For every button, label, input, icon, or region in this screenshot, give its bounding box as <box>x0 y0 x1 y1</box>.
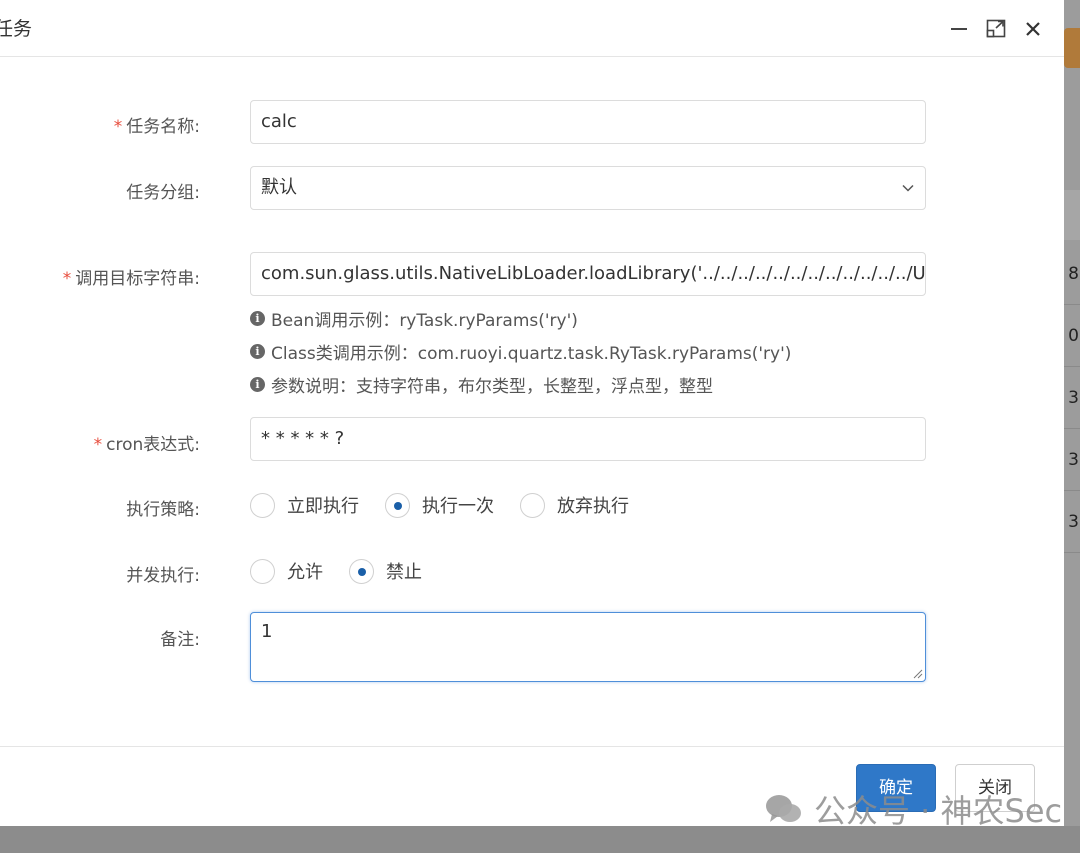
misfire-policy-label: 执行策略: <box>126 500 200 520</box>
background-table-cell: 8 <box>1064 243 1080 305</box>
background-table-cell: 3 <box>1064 429 1080 491</box>
background-button <box>1064 28 1080 68</box>
maximize-button[interactable] <box>985 16 1007 40</box>
job-name-input[interactable]: calc <box>250 100 926 144</box>
radio-misfire-once[interactable] <box>385 492 410 518</box>
radio-concurrent-allow[interactable] <box>250 558 275 584</box>
radio-misfire-immediate[interactable] <box>250 492 275 518</box>
remark-label: 备注: <box>160 630 200 650</box>
dialog-title: 任务 <box>0 18 33 40</box>
radio-label[interactable]: 允许 <box>287 558 323 584</box>
invoke-target-label-text: 调用目标字符串: <box>75 269 200 289</box>
remark-textarea[interactable]: 1 <box>250 612 926 682</box>
misfire-policy-radio-group: 立即执行 执行一次 放弃执行 <box>250 492 655 518</box>
radio-misfire-abandon[interactable] <box>520 492 545 518</box>
background-table-cell: 0 <box>1064 305 1080 367</box>
maximize-icon <box>986 19 1006 38</box>
help-text-bean: i Bean调用示例：ryTask.ryParams('ry') <box>250 306 578 331</box>
job-name-label: * 任务名称: <box>0 112 200 137</box>
info-icon: i <box>250 344 265 359</box>
radio-concurrent-forbid[interactable] <box>349 558 374 584</box>
job-name-label-text: 任务名称: <box>126 117 200 137</box>
info-icon: i <box>250 377 265 392</box>
required-marker: * <box>113 117 123 137</box>
background-table-header <box>1064 190 1080 240</box>
watermark-text: 公众号 · 神农Sec <box>814 792 1063 830</box>
help-text: Class类调用示例：com.ruoyi.quartz.task.RyTask.… <box>271 344 792 364</box>
invoke-target-input[interactable]: com.sun.glass.utils.NativeLibLoader.load… <box>250 252 926 296</box>
minimize-button[interactable] <box>948 16 970 40</box>
help-text: 参数说明：支持字符串，布尔类型，长整型，浮点型，整型 <box>271 377 713 397</box>
required-marker: * <box>93 435 103 455</box>
resize-grip-icon[interactable] <box>913 669 923 679</box>
wechat-icon <box>766 795 801 822</box>
cron-expression-input[interactable]: * * * * * ? <box>250 417 926 461</box>
info-icon: i <box>250 311 265 326</box>
chevron-down-icon <box>902 184 914 192</box>
invoke-target-label: * 调用目标字符串: <box>0 264 200 289</box>
remark-value: 1 <box>261 621 273 642</box>
help-text-params: i 参数说明：支持字符串，布尔类型，长整型，浮点型，整型 <box>250 372 713 397</box>
job-edit-dialog: 任务 * 任务名称: calc 任务分组: 默认 * 调用目标字符串: com.… <box>0 0 1064 826</box>
background-table-cell: 3 <box>1064 367 1080 429</box>
radio-label[interactable]: 禁止 <box>386 558 422 584</box>
concurrent-radio-group: 允许 禁止 <box>250 558 448 584</box>
close-icon[interactable] <box>1022 16 1044 40</box>
radio-label[interactable]: 立即执行 <box>287 492 359 518</box>
background-table-cell: 3 <box>1064 491 1080 553</box>
job-group-selected-value: 默认 <box>261 177 297 198</box>
minimize-icon <box>951 28 967 30</box>
dialog-titlebar[interactable]: 任务 <box>0 0 1064 57</box>
help-text-class: i Class类调用示例：com.ruoyi.quartz.task.RyTas… <box>250 339 791 364</box>
radio-label[interactable]: 放弃执行 <box>557 492 629 518</box>
radio-label[interactable]: 执行一次 <box>422 492 494 518</box>
job-group-select[interactable]: 默认 <box>250 166 926 210</box>
watermark: 公众号 · 神农Sec <box>764 786 1062 832</box>
concurrent-label: 并发执行: <box>126 566 200 586</box>
cron-label-text: cron表达式: <box>106 435 200 455</box>
cron-label: * cron表达式: <box>0 430 200 455</box>
job-group-label: 任务分组: <box>126 183 200 203</box>
help-text: Bean调用示例：ryTask.ryParams('ry') <box>271 311 578 331</box>
required-marker: * <box>62 269 72 289</box>
